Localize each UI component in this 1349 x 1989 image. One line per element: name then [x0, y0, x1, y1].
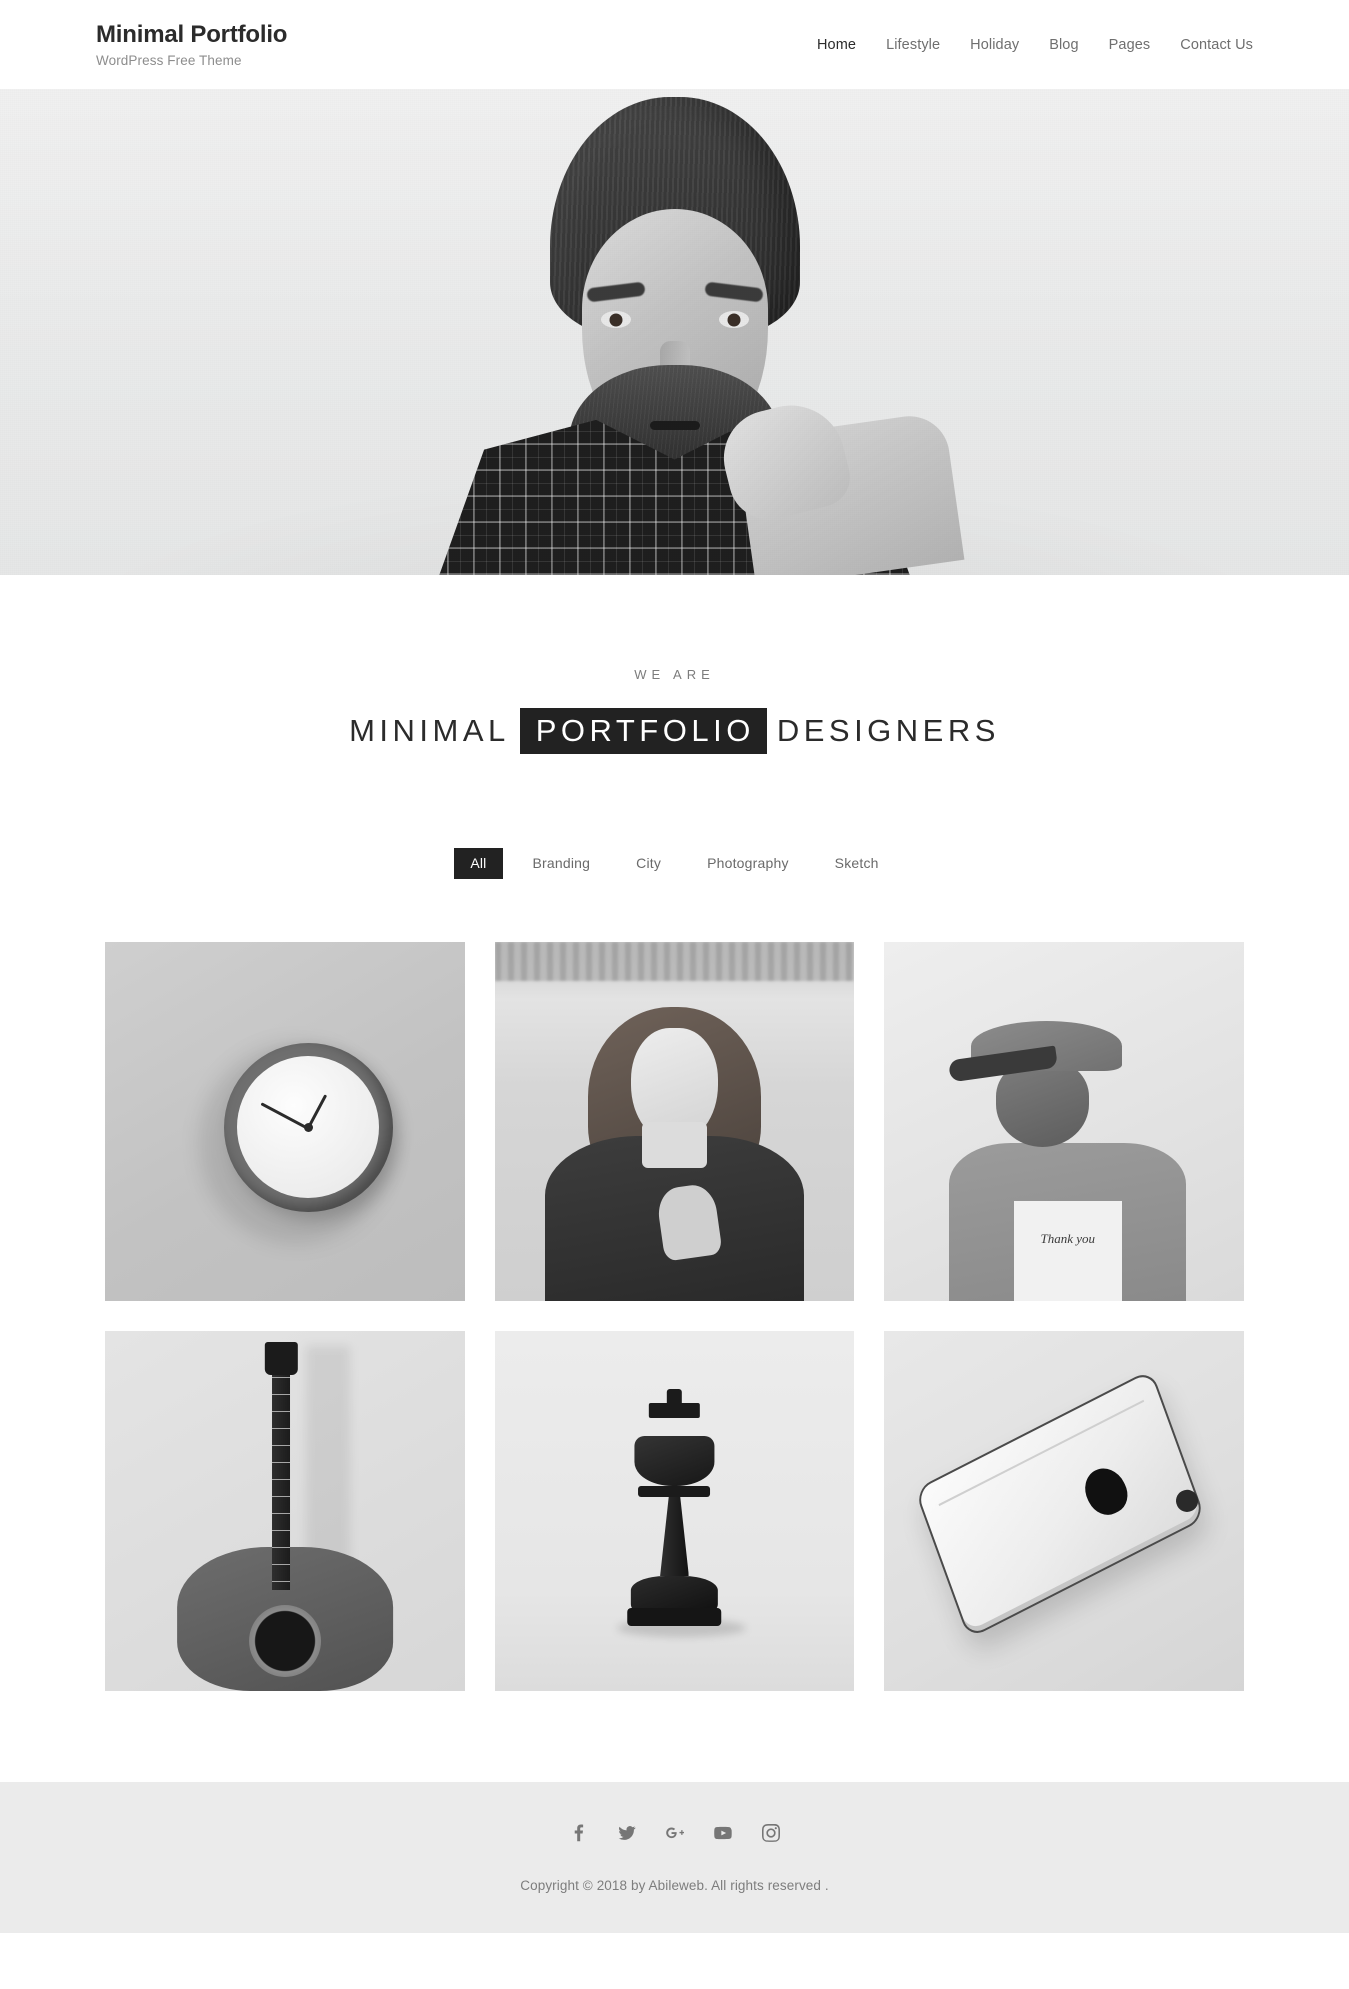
portfolio-item-wall-clock[interactable] — [105, 941, 465, 1302]
intro-heading-highlight: PORTFOLIO — [519, 708, 767, 754]
portfolio-item-chess-king[interactable] — [494, 1331, 855, 1692]
twitter-icon[interactable] — [616, 1822, 638, 1844]
woman-winter-portrait-image — [494, 941, 855, 1302]
youtube-icon[interactable] — [712, 1822, 734, 1844]
nav-item-blog[interactable]: Blog — [1034, 31, 1093, 59]
intro-heading-before: MINIMAL — [349, 713, 510, 748]
intro-heading: MINIMAL PORTFOLIO DESIGNERS — [0, 708, 1349, 754]
filter-button-sketch[interactable]: Sketch — [819, 848, 895, 879]
tee-text: Thank you — [1040, 1230, 1095, 1246]
chess-king-image — [494, 1331, 855, 1692]
copyright-text: Copyright © 2018 by Abileweb. All rights… — [520, 1878, 829, 1894]
nav-item-contact-us[interactable]: Contact Us — [1165, 31, 1253, 59]
social-links — [568, 1822, 782, 1844]
site-title: Minimal Portfolio — [96, 20, 288, 48]
hero-grain-overlay — [0, 89, 1349, 575]
hero-image — [0, 89, 1349, 575]
main-navigation: Home Lifestyle Holiday Blog Pages Contac… — [802, 31, 1253, 59]
portfolio-filter-bar: All Branding City Photography Sketch — [0, 848, 1349, 879]
hero-banner — [0, 89, 1349, 575]
instagram-icon[interactable] — [760, 1822, 782, 1844]
portfolio-item-acoustic-guitar[interactable] — [105, 1331, 465, 1692]
site-branding[interactable]: Minimal Portfolio WordPress Free Theme — [96, 21, 287, 68]
site-footer: Copyright © 2018 by Abileweb. All rights… — [0, 1782, 1349, 1934]
nav-item-home[interactable]: Home — [802, 31, 871, 59]
portfolio-item-man-with-cap[interactable]: Thank you — [884, 941, 1244, 1302]
filter-button-all[interactable]: All — [454, 848, 503, 879]
nav-item-lifestyle[interactable]: Lifestyle — [871, 31, 955, 59]
filter-button-city[interactable]: City — [620, 848, 677, 879]
filter-button-branding[interactable]: Branding — [517, 848, 607, 879]
acoustic-guitar-image — [105, 1331, 465, 1692]
portfolio-item-smartphone[interactable] — [884, 1331, 1244, 1692]
nav-item-pages[interactable]: Pages — [1094, 31, 1166, 59]
man-with-cap-image: Thank you — [884, 941, 1244, 1302]
wall-clock-image — [105, 941, 465, 1302]
nav-item-holiday[interactable]: Holiday — [955, 31, 1034, 59]
site-tagline: WordPress Free Theme — [96, 52, 242, 68]
portfolio-grid: Thank you — [105, 941, 1244, 1692]
portfolio-item-woman-winter-portrait[interactable] — [494, 941, 855, 1302]
intro-section: WE ARE MINIMAL PORTFOLIO DESIGNERS — [0, 575, 1349, 754]
site-header: Minimal Portfolio WordPress Free Theme H… — [0, 0, 1349, 89]
filter-button-photography[interactable]: Photography — [691, 848, 805, 879]
smartphone-image — [884, 1331, 1244, 1692]
facebook-icon[interactable] — [568, 1822, 590, 1844]
google-plus-icon[interactable] — [664, 1822, 686, 1844]
intro-heading-after: DESIGNERS — [776, 713, 1000, 748]
page-root: Minimal Portfolio WordPress Free Theme H… — [0, 0, 1349, 1989]
intro-eyebrow: WE ARE — [634, 667, 715, 682]
